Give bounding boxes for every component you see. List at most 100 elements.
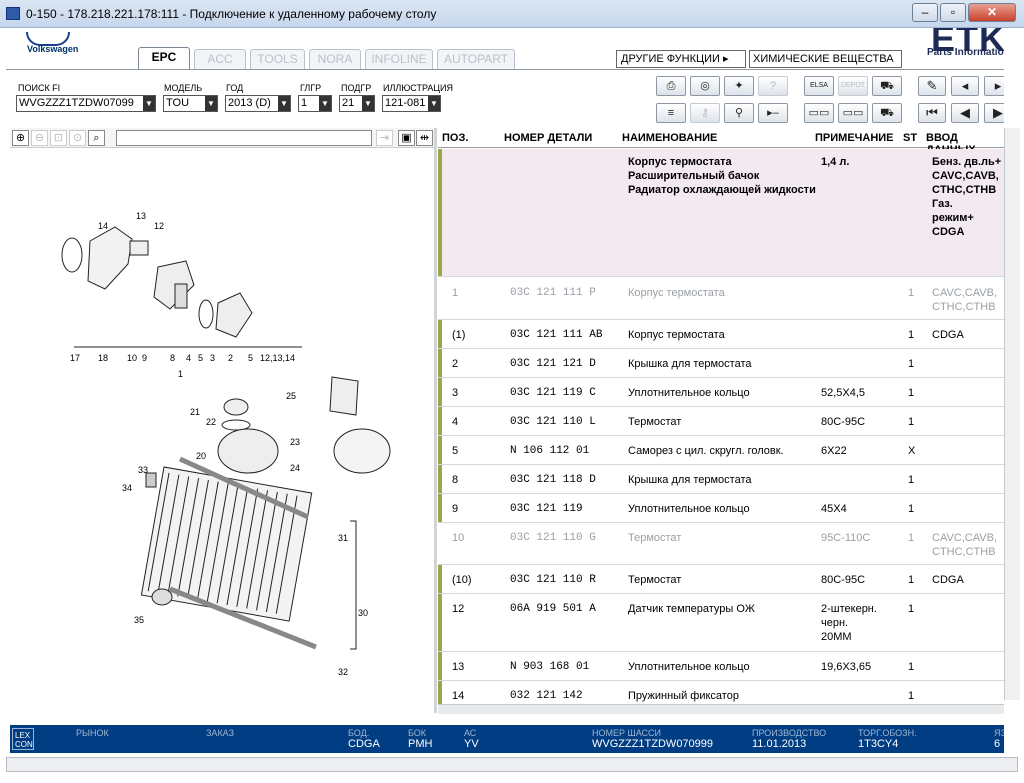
elsa-button[interactable]: ELSA <box>804 76 834 96</box>
table-row[interactable]: 1 03C 121 111 P Корпус термостата 1 CAVC,CAV… <box>438 278 1004 320</box>
remote-desktop-horizontal-scrollbar[interactable] <box>6 757 1018 772</box>
callout-5b[interactable]: 5 <box>248 353 253 363</box>
maximize-button[interactable]: ▫ <box>940 3 966 22</box>
ac-value: YV <box>464 738 479 750</box>
table-row[interactable]: (1) 03C 121 111 AB Корпус термостата 1 CDGA <box>438 320 1004 349</box>
layout-icon[interactable]: ▣ <box>398 130 415 146</box>
callout-12-13-14[interactable]: 12,13,14 <box>260 353 295 363</box>
callout-32[interactable]: 32 <box>338 667 348 677</box>
group-select[interactable]: 1 ▼ <box>298 95 332 112</box>
illustration-select[interactable]: 121-081 ▼ <box>382 95 441 112</box>
zoom-fit-icon[interactable]: ⊡ <box>50 130 67 146</box>
callout-5[interactable]: 5 <box>198 353 203 363</box>
callout-35[interactable]: 35 <box>134 615 144 625</box>
table-header-row[interactable]: Корпус термостата Расширительный бачок Р… <box>438 149 1004 277</box>
callout-10[interactable]: 10 <box>127 353 137 363</box>
chevron-down-icon: ▼ <box>362 96 374 111</box>
row-marker <box>438 465 442 493</box>
callout-23[interactable]: 23 <box>290 437 300 447</box>
callout-12[interactable]: 12 <box>154 221 164 231</box>
next-page-button[interactable]: ▶ <box>984 103 1004 123</box>
magnifier-icon[interactable]: ⌕ <box>88 130 105 146</box>
page-forward-button[interactable]: ▸ <box>984 76 1004 96</box>
callout-1[interactable]: 1 <box>178 369 183 379</box>
table-row[interactable]: 9 03C 121 119 Уплотнительное кольцо 45X4 1 <box>438 494 1004 523</box>
zoom-out-icon[interactable]: ⊖ <box>31 130 48 146</box>
previous-page-button[interactable]: ◀ <box>951 103 979 123</box>
pane-splitter[interactable] <box>434 128 437 713</box>
table-row[interactable]: 3 03C 121 119 C Уплотнительное кольцо 52,5X… <box>438 378 1004 407</box>
chemicals-select[interactable]: ХИМИЧЕСКИЕ ВЕЩЕСТВА <box>749 50 902 68</box>
bike-button[interactable]: ⚲ <box>724 103 754 123</box>
fi-search-select[interactable]: WVGZZZ1TZDW07099 ▼ <box>16 95 156 112</box>
table-row[interactable]: 2 03C 121 121 D Крышка для термостата 1 <box>438 349 1004 378</box>
table-horizontal-scrollbar[interactable] <box>438 704 1004 714</box>
help-button[interactable]: ? <box>758 76 788 96</box>
model-select[interactable]: TOU ▼ <box>163 95 218 112</box>
play-button[interactable]: ▸– <box>758 103 788 123</box>
list-view-button[interactable]: ≡ <box>656 103 686 123</box>
zoom-in-icon[interactable]: ⊕ <box>12 130 29 146</box>
table-row[interactable]: 4 03C 121 110 L Термостат 80C-95C 1 <box>438 407 1004 436</box>
callout-14[interactable]: 14 <box>98 221 108 231</box>
col-st[interactable]: ST <box>903 132 917 144</box>
col-part-number[interactable]: НОМЕР ДЕТАЛИ <box>504 132 592 144</box>
subgroup-select[interactable]: 21 ▼ <box>339 95 375 112</box>
callout-21[interactable]: 21 <box>190 407 200 417</box>
callout-2[interactable]: 2 <box>228 353 233 363</box>
table-row[interactable]: 10 03C 121 110 G Термостат 95C-110C 1 CAVC,CA… <box>438 523 1004 565</box>
tab-acc[interactable]: ACC <box>194 49 246 69</box>
depot-button[interactable]: DEPOT <box>838 76 868 96</box>
toggle-button[interactable]: ▭▭ <box>804 103 834 123</box>
callout-30[interactable]: 30 <box>358 608 368 618</box>
page-back-button[interactable]: ◂ <box>951 76 979 96</box>
callout-25[interactable]: 25 <box>286 391 296 401</box>
repair-button[interactable]: ✦ <box>724 76 754 96</box>
other-functions-button[interactable]: ДРУГИЕ ФУНКЦИИ ▸ <box>616 50 746 68</box>
table-row[interactable]: 13 N 903 168 01 Уплотнительное кольцо 19,6X… <box>438 652 1004 681</box>
tab-infoline[interactable]: INFOLINE <box>365 49 433 69</box>
table-row[interactable]: 8 03C 121 118 D Крышка для термостата 1 <box>438 465 1004 494</box>
year-select[interactable]: 2013 (D) ▼ <box>225 95 291 112</box>
export-icon[interactable]: ⇥ <box>376 130 393 146</box>
group-value: 1 <box>301 97 308 109</box>
callout-33[interactable]: 33 <box>138 465 148 475</box>
service-button[interactable]: ◎ <box>690 76 720 96</box>
col-note[interactable]: ПРИМЕЧАНИЕ <box>815 132 894 144</box>
split-icon[interactable]: ⇹ <box>416 130 433 146</box>
compare-button[interactable]: ▭▭ <box>838 103 868 123</box>
tab-autopart[interactable]: AUTOPART <box>437 49 515 69</box>
tab-epc[interactable]: EPC <box>138 47 190 69</box>
pin-button[interactable]: ✎ <box>918 76 946 96</box>
callout-4[interactable]: 4 <box>186 353 191 363</box>
callout-24[interactable]: 24 <box>290 463 300 473</box>
print-button[interactable]: ⎙ <box>656 76 686 96</box>
minimize-button[interactable]: – <box>912 3 938 22</box>
key-button[interactable]: ⚷ <box>690 103 720 123</box>
cart-add-button[interactable]: ⛟ <box>872 76 902 96</box>
callout-22[interactable]: 22 <box>206 417 216 427</box>
first-page-button[interactable]: ⏮ <box>918 103 946 123</box>
illustration-search-input[interactable] <box>116 130 372 146</box>
table-row[interactable]: 14 032 121 142 Пружинный фиксатор 1 <box>438 681 1004 704</box>
close-button[interactable]: ✕ <box>968 3 1016 22</box>
col-name[interactable]: НАИМЕНОВАНИЕ <box>622 132 717 144</box>
callout-8[interactable]: 8 <box>170 353 175 363</box>
tab-nora[interactable]: NORA <box>309 49 361 69</box>
callout-9[interactable]: 9 <box>142 353 147 363</box>
callout-3[interactable]: 3 <box>210 353 215 363</box>
table-row[interactable]: 5 N 106 112 01 Саморез с цил. скругл. голо… <box>438 436 1004 465</box>
tab-tools[interactable]: TOOLS <box>250 49 305 69</box>
zoom-reset-icon[interactable]: ⊙ <box>69 130 86 146</box>
callout-34[interactable]: 34 <box>122 483 132 493</box>
callout-20[interactable]: 20 <box>196 451 206 461</box>
callout-17[interactable]: 17 <box>70 353 80 363</box>
callout-31[interactable]: 31 <box>338 533 348 543</box>
table-vertical-scrollbar[interactable] <box>1004 128 1020 700</box>
table-row[interactable]: (10) 03C 121 110 R Термостат 80C-95C 1 CDGA <box>438 565 1004 594</box>
callout-13[interactable]: 13 <box>136 211 146 221</box>
table-row[interactable]: 12 06A 919 501 A Датчик температуры ОЖ 2-шт… <box>438 594 1004 652</box>
callout-18[interactable]: 18 <box>98 353 108 363</box>
col-pos[interactable]: ПОЗ. <box>442 132 468 144</box>
cart-button[interactable]: ⛟ <box>872 103 902 123</box>
